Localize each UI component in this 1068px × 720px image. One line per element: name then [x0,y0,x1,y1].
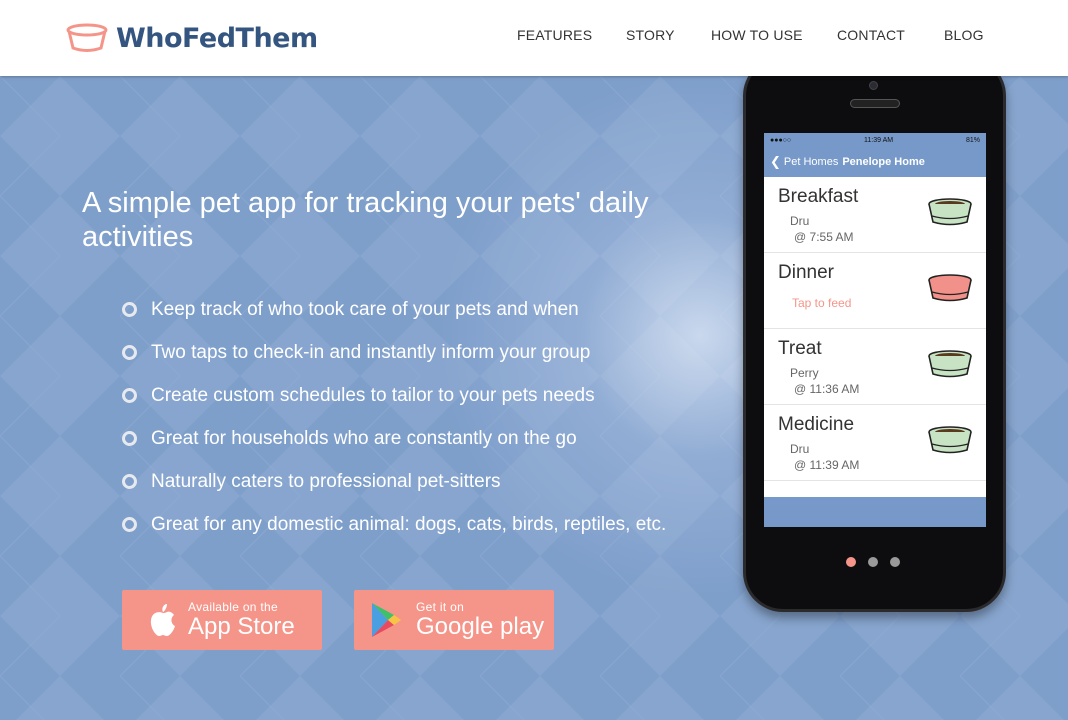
list-item[interactable]: Treat Perry @ 11:36 AM [764,329,986,405]
activity-by: Perry [790,366,819,380]
feature-text: Naturally caters to professional pet-sit… [151,470,501,492]
activity-title: Medicine [778,414,855,435]
nav-blog[interactable]: BLOG [944,27,984,43]
activity-by: Dru [790,442,810,456]
nav-features[interactable]: FEATURES [517,27,592,43]
list-item[interactable]: Breakfast Dru @ 7:55 AM [764,177,986,253]
list-item[interactable]: Dinner Tap to feed [764,253,986,329]
feature-item: Great for any domestic animal: dogs, cat… [122,503,666,546]
feature-text: Great for any domestic animal: dogs, cat… [151,513,667,535]
feature-text: Keep track of who took care of your pets… [151,298,579,320]
phone-camera [869,81,878,90]
app-screen: ●●●○○ 11:39 AM 81% ❮ Pet Homes Penelope … [764,133,986,527]
nav-how-to-use[interactable]: HOW TO USE [711,27,803,43]
back-chevron-icon[interactable]: ❮ [770,154,781,170]
main-nav: FEATURES STORY HOW TO USE CONTACT BLOG [0,27,1068,47]
site-header: WhoFedThem FEATURES STORY HOW TO USE CON… [0,0,1068,76]
google-play-icon [372,603,401,637]
food-bowl-icon[interactable] [927,426,973,454]
tap-to-feed-link[interactable]: Tap to feed [792,296,851,310]
food-bowl-icon[interactable] [927,350,973,378]
activity-time: @ 11:36 AM [794,382,860,396]
nav-story[interactable]: STORY [626,27,675,43]
app-store-button[interactable]: Available on the App Store [122,590,322,650]
bullet-icon [122,345,137,360]
apple-icon [150,604,175,636]
feature-item: Great for households who are constantly … [122,417,666,460]
feature-text: Great for households who are constantly … [151,427,577,449]
app-navbar: ❮ Pet Homes Penelope Home [764,147,986,177]
feature-item: Two taps to check-in and instantly infor… [122,331,666,374]
activity-title: Breakfast [778,186,859,207]
food-bowl-icon[interactable] [927,198,973,226]
feature-item: Naturally caters to professional pet-sit… [122,460,666,503]
app-store-small-label: Available on the [188,600,278,614]
feature-item: Keep track of who took care of your pets… [122,288,666,331]
activity-time: @ 11:39 AM [794,458,860,472]
phone-speaker [850,99,900,108]
status-bar: ●●●○○ 11:39 AM 81% [764,133,986,147]
google-play-label: Google play [416,613,545,640]
app-footer-bar [764,497,986,527]
bullet-icon [122,302,137,317]
activity-title: Treat [778,338,822,359]
app-store-label: App Store [188,613,295,640]
google-play-button[interactable]: Get it on Google play [354,590,554,650]
google-play-small-label: Get it on [416,600,465,614]
list-item[interactable]: Medicine Dru @ 11:39 AM [764,405,986,481]
back-button[interactable]: Pet Homes [784,156,838,168]
bullet-icon [122,474,137,489]
battery-level: 81% [965,136,980,144]
hero-headline: A simple pet app for tracking your pets'… [82,187,649,253]
navbar-title: Penelope Home [842,156,925,168]
carousel-dot[interactable] [868,557,878,567]
activity-title: Dinner [778,262,834,283]
feature-item: Create custom schedules to tailor to you… [122,374,666,417]
activity-time: @ 7:55 AM [794,230,854,244]
carousel-dot[interactable] [890,557,900,567]
activity-by: Dru [790,214,810,228]
feature-text: Two taps to check-in and instantly infor… [151,341,591,363]
feature-list: Keep track of who took care of your pets… [122,288,666,546]
bullet-icon [122,517,137,532]
feature-text: Create custom schedules to tailor to you… [151,384,595,406]
food-bowl-icon[interactable] [927,274,973,302]
signal-indicator: ●●●○○ [770,136,792,144]
status-time: 11:39 AM [864,136,894,144]
carousel-dots [846,557,912,567]
carousel-dot[interactable] [846,557,856,567]
bullet-icon [122,431,137,446]
bullet-icon [122,388,137,403]
nav-contact[interactable]: CONTACT [837,27,905,43]
